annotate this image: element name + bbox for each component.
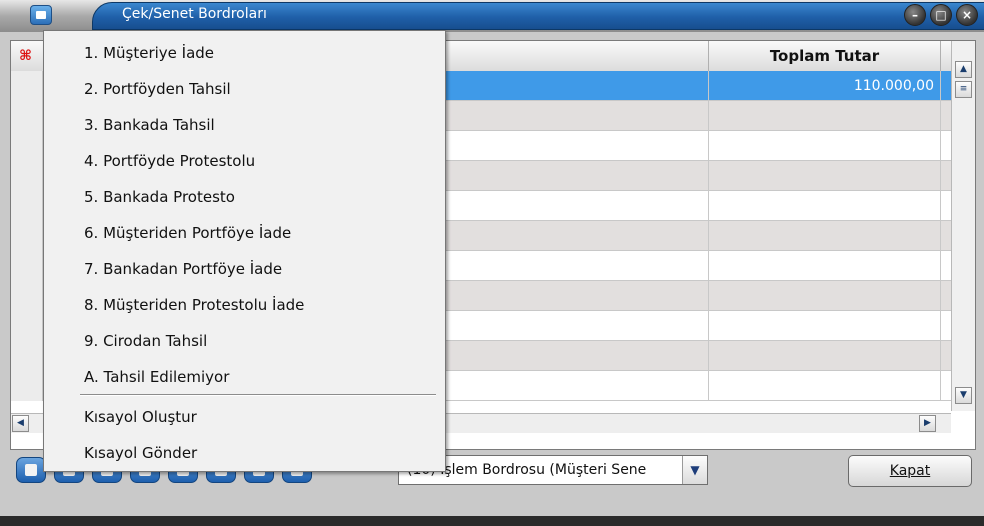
menu-item[interactable]: A. Tahsil Edilemiyor	[44, 359, 445, 395]
close-icon[interactable]: ×	[956, 4, 978, 26]
menu-item[interactable]: 5. Bankada Protesto	[44, 179, 445, 215]
window: Çek/Senet Bordroları – □ × ⌘ Hesap Topla…	[0, 0, 984, 526]
scroll-thumb[interactable]: ≡	[955, 81, 972, 98]
menu-item[interactable]: 4. Portföyde Protestolu	[44, 143, 445, 179]
cell-toplam-tutar[interactable]: 110.000,00	[709, 71, 941, 101]
cell-toplam-tutar[interactable]	[709, 161, 941, 191]
context-menu: 1. Müşteriye İade 2. Portföyden Tahsil 3. …	[43, 30, 446, 472]
cell-toplam-tutar[interactable]	[709, 101, 941, 131]
row-indicator[interactable]	[11, 71, 43, 101]
row-indicator[interactable]	[11, 311, 43, 341]
cell-toplam-tutar[interactable]	[709, 341, 941, 371]
cell-toplam-tutar[interactable]	[709, 371, 941, 401]
cell-toplam-tutar[interactable]	[709, 221, 941, 251]
menu-item[interactable]: 2. Portföyden Tahsil	[44, 71, 445, 107]
grid-options-icon[interactable]: ⌘	[11, 41, 44, 71]
close-button[interactable]: Kapat	[848, 455, 972, 487]
maximize-icon[interactable]: □	[930, 4, 952, 26]
scroll-left-icon[interactable]: ◀	[12, 415, 29, 432]
cell-toplam-tutar[interactable]	[709, 311, 941, 341]
menu-item[interactable]: 7. Bankadan Portföye İade	[44, 251, 445, 287]
app-icon[interactable]	[30, 5, 52, 25]
menu-item[interactable]: 6. Müşteriden Portföye İade	[44, 215, 445, 251]
bordro-type-value: (10) İşlem Bordrosu (Müşteri Sene	[407, 462, 647, 478]
cell-toplam-tutar[interactable]	[709, 251, 941, 281]
row-indicator[interactable]	[11, 161, 43, 191]
scroll-right-icon[interactable]: ▶	[919, 415, 936, 432]
minimize-icon[interactable]: –	[904, 4, 926, 26]
menu-item[interactable]: 8. Müşteriden Protestolu İade	[44, 287, 445, 323]
row-indicator[interactable]	[11, 371, 43, 401]
row-indicator[interactable]	[11, 131, 43, 161]
window-title: Çek/Senet Bordroları	[122, 6, 267, 22]
vertical-scrollbar[interactable]: ▲ ≡ ▼	[951, 41, 975, 411]
chevron-down-icon[interactable]: ▼	[682, 456, 707, 484]
column-header-toplam-tutar[interactable]: Toplam Tutar	[709, 41, 941, 71]
cell-toplam-tutar[interactable]	[709, 131, 941, 161]
row-indicator[interactable]	[11, 251, 43, 281]
row-indicator[interactable]	[11, 341, 43, 371]
menu-item-create-shortcut[interactable]: Kısayol Oluştur	[44, 399, 445, 435]
scroll-down-icon[interactable]: ▼	[955, 387, 972, 404]
menu-item-send-shortcut[interactable]: Kısayol Gönder	[44, 435, 445, 471]
menu-item[interactable]: 3. Bankada Tahsil	[44, 107, 445, 143]
scroll-up-icon[interactable]: ▲	[955, 61, 972, 78]
row-indicator[interactable]	[11, 191, 43, 221]
title-bar: Çek/Senet Bordroları – □ ×	[0, 0, 984, 32]
cell-toplam-tutar[interactable]	[709, 281, 941, 311]
menu-item[interactable]: 9. Cirodan Tahsil	[44, 323, 445, 359]
row-indicator[interactable]	[11, 281, 43, 311]
menu-item[interactable]: 1. Müşteriye İade	[44, 35, 445, 71]
cell-toplam-tutar[interactable]	[709, 191, 941, 221]
new-document-icon[interactable]	[16, 457, 46, 483]
row-indicator[interactable]	[11, 101, 43, 131]
row-indicator[interactable]	[11, 221, 43, 251]
window-bottom-edge	[0, 516, 984, 526]
